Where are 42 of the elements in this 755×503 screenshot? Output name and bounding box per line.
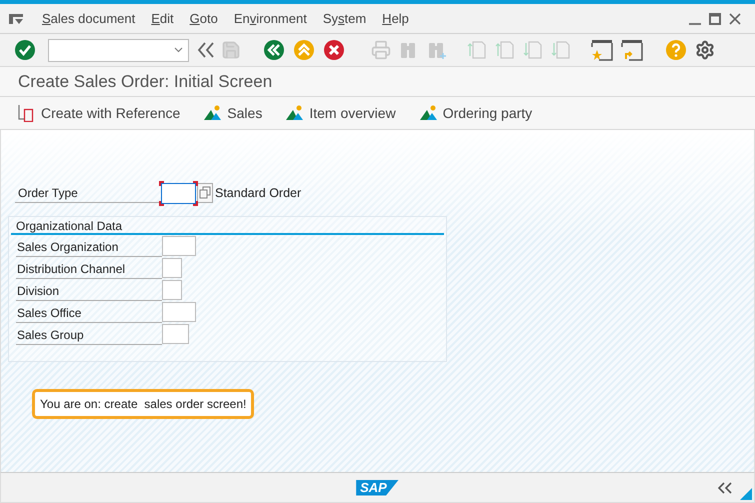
input-field[interactable] [162,258,182,278]
window-star-icon[interactable] [591,39,613,61]
menu-item[interactable]: Environment [226,8,315,28]
menu-item[interactable]: Help [374,8,417,28]
enter-icon[interactable] [14,39,36,61]
window-arrow-icon[interactable] [621,39,643,61]
group-title: Organizational Data [16,219,122,233]
input-field[interactable] [162,236,196,256]
back-icon[interactable] [263,39,285,61]
menu-item[interactable]: Sales document [34,8,144,28]
exit-icon[interactable] [293,39,315,61]
toolbar-button[interactable]: Item overview [286,102,396,124]
toolbar-button[interactable]: Sales [204,102,262,124]
dropdown-icon[interactable] [174,47,183,53]
menu-item[interactable]: Edit [143,8,182,28]
status-message: You are on: create sales order screen! [32,389,254,419]
sap-logo: SAP [356,480,399,496]
toolbar-button[interactable]: Ordering party [420,102,532,124]
input-field[interactable] [162,302,196,322]
maximize-icon[interactable] [709,12,721,24]
value-help-icon[interactable] [197,183,213,203]
order-type-field[interactable] [161,182,196,204]
mountain-icon [420,105,438,121]
menu-item[interactable]: Goto [182,8,226,28]
order-type-description: Standard Order [215,184,302,202]
copy-icon [18,104,36,122]
mountain-icon [286,105,304,121]
command-field[interactable] [48,38,189,62]
toolbar-button[interactable]: Create with Reference [18,102,180,124]
input-field[interactable] [162,324,189,344]
input-field[interactable] [162,280,182,300]
help-icon[interactable] [665,39,687,61]
menu-icon[interactable] [8,12,24,24]
cancel-icon[interactable] [323,39,345,61]
chevrons-left-icon[interactable] [718,482,732,494]
settings-icon[interactable] [695,40,715,60]
close-icon[interactable] [729,12,741,24]
screen-title: Create Sales Order: Initial Screen [18,70,272,93]
chevrons-left-icon[interactable] [197,42,215,58]
menu-item[interactable]: System [314,8,374,28]
corner-triangle-icon [740,488,752,500]
mountain-icon [204,105,222,121]
